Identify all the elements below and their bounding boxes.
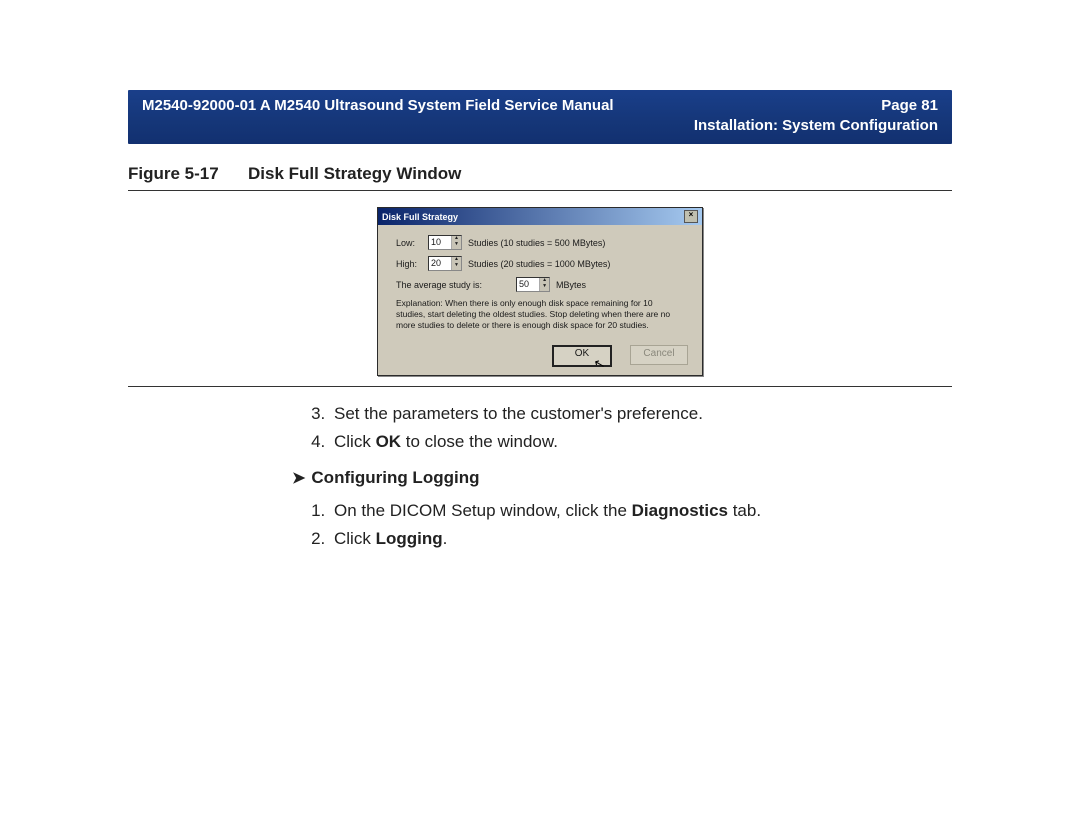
cursor-icon: ↖ [592,356,606,372]
low-suffix: Studies (10 studies = 500 MBytes) [468,238,605,248]
step-4-post: to close the window. [401,432,558,451]
dialog-titlebar: Disk Full Strategy × [378,208,702,225]
high-suffix: Studies (20 studies = 1000 MBytes) [468,259,610,269]
dialog-title-text: Disk Full Strategy [382,212,458,222]
low-label: Low: [396,238,422,248]
cancel-button[interactable]: Cancel [630,345,688,365]
avg-label: The average study is: [396,280,482,290]
dialog-buttons: OK ↖ Cancel [378,339,702,375]
step-list-b: On the DICOM Setup window, click the Dia… [308,498,952,552]
step-b1-post: tab. [728,501,761,520]
dialog-body: Low: 10 ▲▼ Studies (10 studies = 500 MBy… [378,225,702,339]
ok-label: OK [575,348,589,359]
high-spinner[interactable]: 20 ▲▼ [428,256,462,271]
avg-suffix: MBytes [556,280,586,290]
low-value: 10 [429,236,451,249]
avg-spinner[interactable]: 50 ▲▼ [516,277,550,292]
page-number: Page 81 [694,96,938,116]
avg-row: The average study is: 50 ▲▼ MBytes [396,277,684,292]
figure-label: Figure 5-17 [128,164,248,184]
step-4: Click OK to close the window. [330,429,952,455]
body-text: Set the parameters to the customer's pre… [308,401,952,552]
step-b2: Click Logging. [330,526,952,552]
low-spinner[interactable]: 10 ▲▼ [428,235,462,250]
step-list-a: Set the parameters to the customer's pre… [308,401,952,455]
header-banner: M2540-92000-01 A M2540 Ultrasound System… [128,90,952,144]
figure-image: Disk Full Strategy × Low: 10 ▲▼ Studies … [377,207,703,376]
figure-caption: Figure 5-17 Disk Full Strategy Window [128,164,952,184]
step-3: Set the parameters to the customer's pre… [330,401,952,427]
high-value: 20 [429,257,451,270]
step-b2-pre: Click [334,529,376,548]
step-b1-pre: On the DICOM Setup window, click the [334,501,632,520]
high-row: High: 20 ▲▼ Studies (20 studies = 1000 M… [396,256,684,271]
step-b1-bold: Diagnostics [632,501,728,520]
high-label: High: [396,259,422,269]
step-b2-post: . [443,529,448,548]
header-right: Page 81 Installation: System Configurati… [694,96,938,136]
ok-button[interactable]: OK ↖ [552,345,612,367]
low-row: Low: 10 ▲▼ Studies (10 studies = 500 MBy… [396,235,684,250]
figure-title: Disk Full Strategy Window [248,164,461,184]
spinner-icon[interactable]: ▲▼ [539,278,549,291]
avg-value: 50 [517,278,539,291]
rule-bottom [128,386,952,387]
manual-title: M2540-92000-01 A M2540 Ultrasound System… [142,96,614,116]
document-page: M2540-92000-01 A M2540 Ultrasound System… [0,0,1080,834]
disk-full-strategy-dialog: Disk Full Strategy × Low: 10 ▲▼ Studies … [377,207,703,376]
arrow-icon: ➤ [292,466,305,492]
explanation-text: Explanation: When there is only enough d… [396,298,684,331]
section-name: Installation: System Configuration [694,116,938,136]
step-4-pre: Click [334,432,376,451]
step-4-bold: OK [376,432,402,451]
rule-top [128,190,952,191]
close-icon[interactable]: × [684,210,698,223]
step-b2-bold: Logging [376,529,443,548]
step-b1: On the DICOM Setup window, click the Dia… [330,498,952,524]
spinner-icon[interactable]: ▲▼ [451,257,461,270]
spinner-icon[interactable]: ▲▼ [451,236,461,249]
subhead-text: Configuring Logging [311,468,479,487]
configuring-logging-heading: ➤ Configuring Logging [292,465,952,492]
